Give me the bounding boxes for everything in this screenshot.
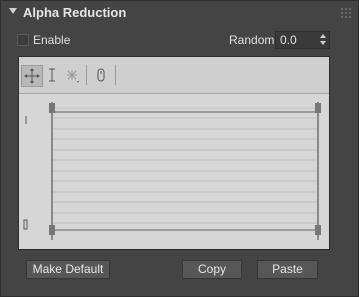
random-label: Random: [229, 33, 275, 47]
add-point-tool-icon[interactable]: [62, 65, 82, 85]
random-spinner[interactable]: 0.0: [275, 31, 330, 49]
alpha-reduction-panel: Alpha Reduction Enable Random 0.0 Make D…: [0, 0, 359, 297]
panel-title: Alpha Reduction: [23, 5, 127, 20]
spin-up-icon[interactable]: [320, 34, 326, 38]
toolbar-separator: [115, 65, 116, 85]
curve-toolbar: [19, 57, 329, 94]
rollout-header[interactable]: Alpha Reduction: [1, 1, 358, 25]
spin-down-icon[interactable]: [320, 41, 326, 45]
spinner-arrows[interactable]: [320, 34, 326, 46]
toolbar-separator: [86, 65, 87, 85]
curve-graph-area[interactable]: [19, 94, 329, 249]
collapse-arrow-icon[interactable]: [9, 8, 17, 14]
copy-button[interactable]: Copy: [182, 260, 242, 279]
enable-checkbox[interactable]: [17, 34, 29, 46]
pan-tool-icon[interactable]: [91, 65, 111, 85]
move-tool-icon[interactable]: [21, 65, 43, 87]
drag-grip-icon[interactable]: [341, 8, 351, 18]
random-value[interactable]: 0.0: [280, 33, 297, 47]
make-default-button[interactable]: Make Default: [26, 260, 110, 279]
paste-button[interactable]: Paste: [257, 260, 318, 279]
scale-tool-icon[interactable]: [42, 65, 62, 85]
curve-editor: [18, 56, 330, 250]
enable-label: Enable: [33, 33, 71, 47]
